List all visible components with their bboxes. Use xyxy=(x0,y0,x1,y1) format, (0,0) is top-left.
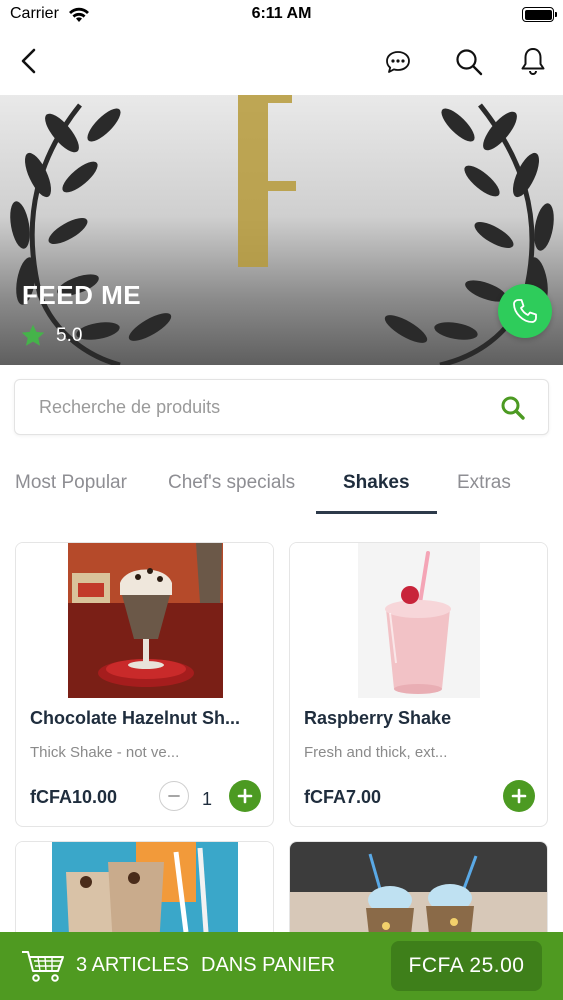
cart-label: DANS PANIER xyxy=(201,954,336,976)
banner-logo-image xyxy=(10,95,554,365)
active-tab-indicator xyxy=(316,511,437,514)
bell-icon[interactable] xyxy=(518,46,548,76)
cart-total[interactable]: FCFA 25.00 xyxy=(391,941,542,991)
product-title: Raspberry Shake xyxy=(304,708,452,728)
minus-icon xyxy=(168,795,180,797)
back-chevron-icon[interactable] xyxy=(14,46,44,76)
battery-icon xyxy=(522,7,557,22)
shopping-cart-icon xyxy=(22,951,64,982)
clock: 6:11 AM xyxy=(251,5,312,22)
product-card[interactable]: Chocolate Hazelnut Sh... Thick Shake - n… xyxy=(15,542,274,827)
status-bar: Carrier 6:11 AM xyxy=(0,0,563,30)
quantity-value: 1 xyxy=(202,789,213,809)
plus-icon xyxy=(511,788,527,804)
tab-extras[interactable]: Extras xyxy=(457,472,511,494)
product-description: Thick Shake - not ve... xyxy=(30,744,180,761)
product-card[interactable]: Raspberry Shake Fresh and thick, ext... … xyxy=(289,542,548,827)
product-title: Chocolate Hazelnut Sh... xyxy=(30,708,241,728)
product-search-box xyxy=(14,379,549,435)
search-icon[interactable] xyxy=(499,394,527,422)
increase-quantity-button[interactable] xyxy=(229,780,261,812)
restaurant-name: FEED ME xyxy=(22,280,142,310)
restaurant-banner: FEED ME 5.0 xyxy=(0,95,563,365)
cart-bar[interactable]: 3 ARTICLES DANS PANIER FCFA 25.00 xyxy=(0,932,563,1000)
product-description: Fresh and thick, ext... xyxy=(304,744,448,761)
product-price: fCFA10.00 xyxy=(30,787,118,807)
decrease-quantity-button[interactable] xyxy=(159,781,189,811)
product-price: fCFA7.00 xyxy=(304,787,382,807)
tab-shakes[interactable]: Shakes xyxy=(343,472,410,494)
product-search-input[interactable] xyxy=(39,380,479,434)
product-image xyxy=(290,543,547,698)
search-icon[interactable] xyxy=(454,47,484,77)
plus-icon xyxy=(237,788,253,804)
phone-icon xyxy=(513,299,537,323)
tab-chefs-specials[interactable]: Chef's specials xyxy=(168,472,295,494)
restaurant-rating: 5.0 xyxy=(20,323,82,349)
call-button[interactable] xyxy=(498,284,552,338)
product-image xyxy=(16,543,273,698)
rating-value: 5.0 xyxy=(56,325,83,346)
star-icon xyxy=(21,324,45,346)
chat-bubble-icon[interactable] xyxy=(384,48,412,76)
nav-bar xyxy=(0,30,563,95)
add-to-cart-button[interactable] xyxy=(503,780,535,812)
category-tabs: Most Popular Chef's specials Shakes Extr… xyxy=(0,460,563,515)
tab-most-popular[interactable]: Most Popular xyxy=(15,472,127,494)
cart-item-count: 3 ARTICLES xyxy=(76,954,190,976)
